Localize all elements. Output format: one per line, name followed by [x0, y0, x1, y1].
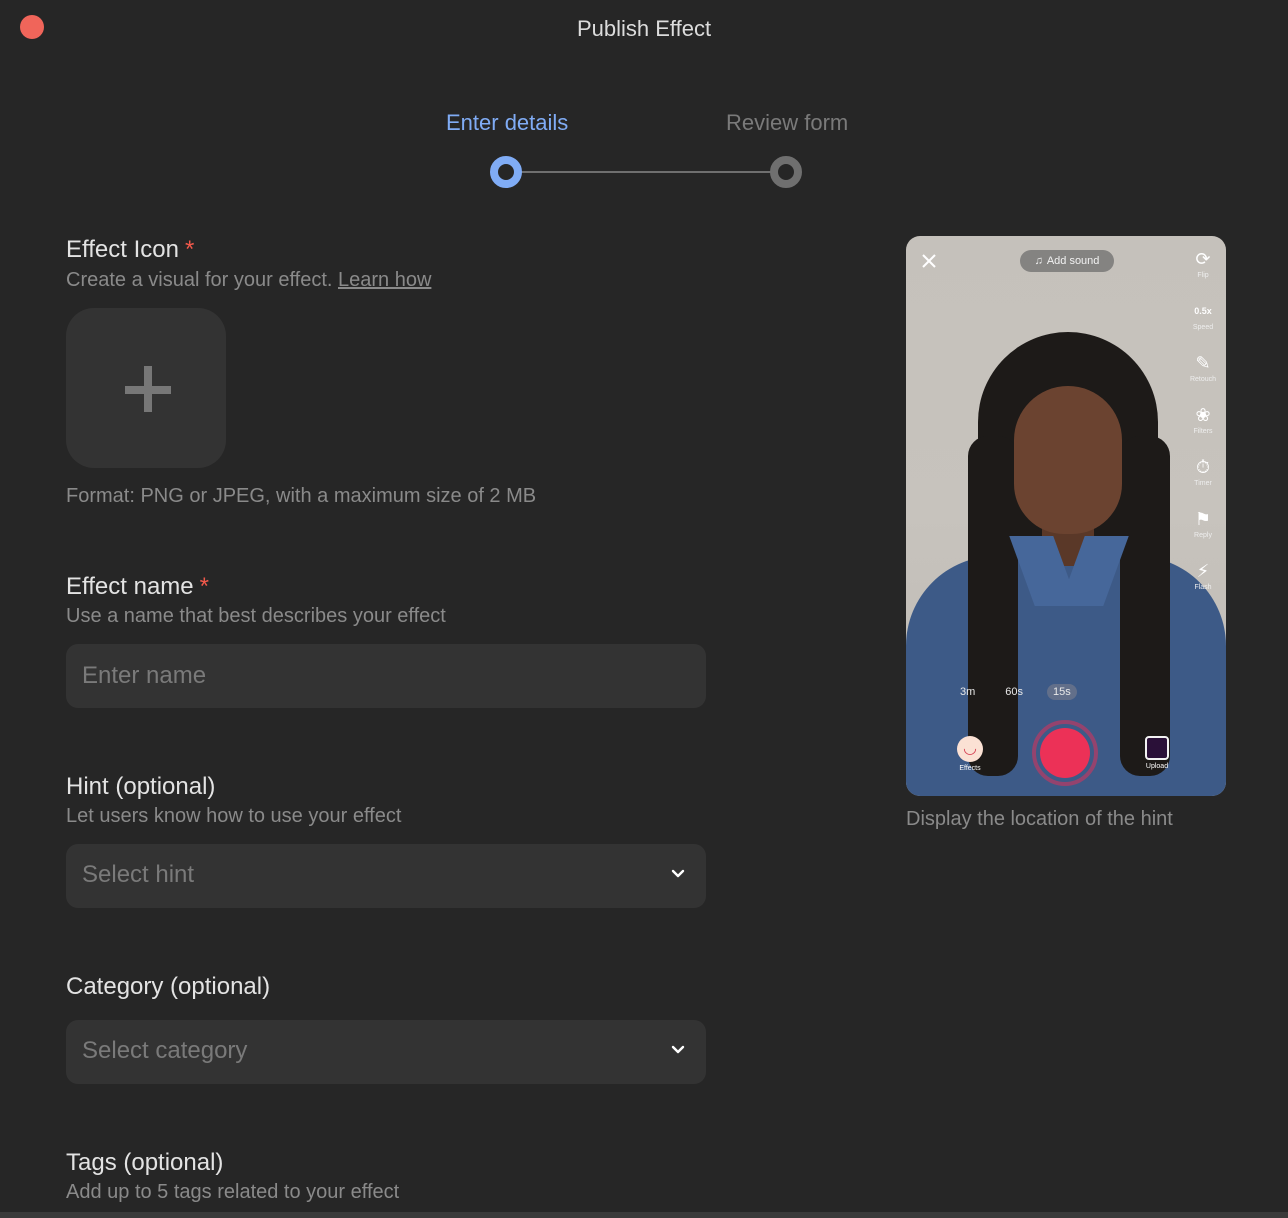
learn-how-link[interactable]: Learn how — [338, 269, 431, 291]
effects-button[interactable]: ◡ Effects — [954, 736, 986, 772]
tool-label: Speed — [1192, 324, 1214, 331]
flip-icon: ⟳ — [1195, 249, 1211, 269]
duration-60s[interactable]: 60s — [999, 684, 1029, 700]
effect-icon-description-text: Create a visual for your effect. — [66, 269, 333, 291]
tool-flash[interactable]: ⚡ Flash — [1186, 560, 1220, 612]
duration-3m[interactable]: 3m — [954, 684, 981, 700]
timer-icon: ⏱ — [1195, 457, 1211, 477]
add-sound-label: Add sound — [1046, 255, 1100, 267]
effect-icon-title-text: Effect Icon — [66, 236, 179, 263]
progress-stepper: Enter details Review form — [0, 108, 1288, 198]
tool-label: Flash — [1194, 584, 1212, 591]
window-title: Publish Effect — [576, 16, 712, 41]
effect-icon-description: Create a visual for your effect. Learn h… — [66, 269, 431, 292]
bottom-divider — [0, 1212, 1288, 1218]
tool-label: Reply — [1194, 532, 1212, 539]
tool-label: Timer — [1194, 480, 1212, 487]
tool-retouch[interactable]: ✎ Retouch — [1186, 352, 1220, 404]
preview-caption: Display the location of the hint — [906, 808, 1173, 830]
smile-icon: ◡ — [957, 736, 983, 762]
hint-select[interactable]: Select hint — [66, 844, 706, 908]
effect-icon-upload-button[interactable] — [66, 308, 226, 468]
duration-selector: 3m 60s 15s — [954, 684, 1077, 700]
step-review-form-dot[interactable] — [770, 156, 802, 188]
record-icon — [1040, 728, 1090, 778]
required-asterisk: * — [199, 573, 209, 600]
category-title: Category (optional) — [66, 973, 271, 1000]
camera-close-icon[interactable] — [920, 252, 938, 270]
stepper-connector — [520, 171, 772, 173]
category-select[interactable]: Select category — [66, 1020, 706, 1084]
step-review-form-label[interactable]: Review form — [726, 110, 848, 136]
effects-label: Effects — [959, 765, 981, 772]
duration-15s[interactable]: 15s — [1047, 684, 1077, 700]
music-note-icon: ♫ — [1034, 255, 1043, 267]
effect-icon-title: Effect Icon * — [66, 236, 194, 264]
filters-icon: ❀ — [1195, 405, 1211, 425]
tags-title: Tags (optional) — [66, 1149, 224, 1176]
flash-icon: ⚡ — [1196, 561, 1210, 581]
effect-icon-format-note: Format: PNG or JPEG, with a maximum size… — [66, 485, 537, 507]
preview-braid-right — [1120, 436, 1170, 776]
effect-name-description: Use a name that best describes your effe… — [66, 605, 446, 627]
retouch-icon: ✎ — [1195, 353, 1211, 373]
preview-person-face — [1014, 386, 1122, 534]
effect-name-input[interactable] — [66, 644, 706, 708]
record-button[interactable] — [1032, 720, 1098, 786]
preview-braid-left — [968, 436, 1018, 776]
category-select-placeholder: Select category — [82, 1037, 248, 1064]
chevron-down-icon — [671, 1045, 685, 1054]
effect-name-title-text: Effect name — [66, 573, 194, 600]
speed-icon: 0.5x — [1194, 306, 1212, 316]
effect-name-title: Effect name * — [66, 573, 209, 601]
tool-flip[interactable]: ⟳ Flip — [1186, 248, 1220, 300]
upload-icon — [1145, 736, 1169, 760]
step-enter-details-dot[interactable] — [490, 156, 522, 188]
tool-label: Filters — [1193, 428, 1213, 435]
tool-reply[interactable]: ⚑ Reply — [1186, 508, 1220, 560]
upload-button[interactable]: Upload — [1142, 736, 1172, 770]
add-sound-button[interactable]: ♫ Add sound — [1020, 250, 1114, 272]
tool-speed[interactable]: 0.5x Speed — [1186, 300, 1220, 352]
tags-description: Add up to 5 tags related to your effect — [66, 1181, 400, 1203]
reply-icon: ⚑ — [1194, 509, 1212, 529]
plus-icon-vertical — [144, 366, 152, 412]
hint-description: Let users know how to use your effect — [66, 805, 402, 827]
tool-filters[interactable]: ❀ Filters — [1186, 404, 1220, 456]
hint-location-preview: ♫ Add sound ⟳ Flip 0.5x Speed ✎ Retouch … — [906, 236, 1226, 796]
hint-title: Hint (optional) — [66, 773, 216, 800]
required-asterisk: * — [184, 236, 195, 263]
step-enter-details-label[interactable]: Enter details — [446, 110, 568, 136]
chevron-down-icon — [671, 869, 685, 878]
title-bar: Publish Effect — [0, 0, 1288, 56]
effect-name-field[interactable] — [66, 644, 706, 708]
upload-label: Upload — [1145, 763, 1169, 770]
tool-label: Retouch — [1189, 376, 1217, 383]
camera-side-tools: ⟳ Flip 0.5x Speed ✎ Retouch ❀ Filters ⏱ … — [1186, 248, 1220, 612]
hint-select-placeholder: Select hint — [82, 861, 195, 888]
tool-label: Flip — [1197, 272, 1209, 279]
tool-timer[interactable]: ⏱ Timer — [1186, 456, 1220, 508]
